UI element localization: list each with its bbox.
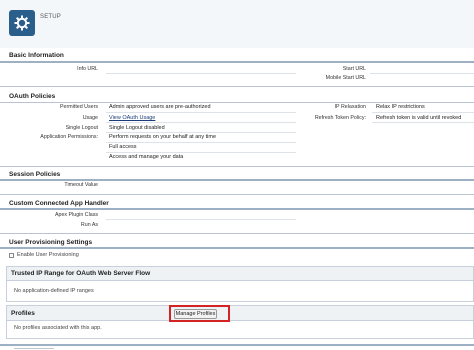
session-title: Session Policies xyxy=(9,171,61,178)
app-permissions-label: Application Permissions: xyxy=(40,134,98,140)
provisioning-top-divider xyxy=(0,233,474,234)
handler-title-divider xyxy=(0,208,474,210)
refresh-policy-value: Refresh token is valid until revoked xyxy=(376,115,462,121)
permission-item: Access and manage your data xyxy=(109,154,184,160)
profiles-title: Profiles xyxy=(11,310,35,317)
session-title-divider xyxy=(0,179,474,181)
apex-plugin-label: Apex Plugin Class xyxy=(55,212,98,218)
oauth-top-divider xyxy=(0,86,474,87)
timeout-label: Timeout Value xyxy=(64,182,98,188)
session-top-divider xyxy=(0,166,474,167)
highlight-box xyxy=(169,305,230,322)
basic-info-title: Basic Information xyxy=(9,52,64,59)
row-divider xyxy=(106,132,296,133)
row-divider xyxy=(106,112,296,113)
row-divider xyxy=(106,152,296,153)
profiles-empty-text: No profiles associated with this app. xyxy=(14,325,102,331)
setup-gear-icon xyxy=(9,10,35,36)
row-divider xyxy=(106,219,296,220)
permitted-users-value: Admin approved users are pre-authorized xyxy=(109,104,211,110)
ip-relaxation-value: Relax IP restrictions xyxy=(376,104,425,110)
refresh-policy-label: Refresh Token Policy: xyxy=(314,115,366,121)
partial-section-title xyxy=(14,348,54,349)
page-title: SETUP xyxy=(40,14,62,20)
row-divider xyxy=(106,73,296,74)
row-divider xyxy=(370,73,474,74)
run-as-label: Run As xyxy=(80,222,98,228)
enable-provisioning-label: Enable User Provisioning xyxy=(17,252,79,258)
enable-provisioning-checkbox[interactable] xyxy=(9,253,14,258)
row-divider xyxy=(372,122,474,123)
row-divider xyxy=(372,112,474,113)
basic-info-divider xyxy=(0,61,474,63)
single-logout-label: Single Logout xyxy=(65,125,98,131)
single-logout-value: Single Logout disabled xyxy=(109,125,165,131)
permitted-users-label: Permitted Users xyxy=(60,104,98,110)
profiles-header xyxy=(7,306,473,321)
provisioning-title-divider xyxy=(0,247,474,249)
start-url-label: Start URL xyxy=(342,66,366,72)
provisioning-title: User Provisioning Settings xyxy=(9,239,93,246)
oauth-title-divider xyxy=(0,102,474,103)
handler-top-divider xyxy=(0,194,474,195)
usage-label: Usage xyxy=(82,115,98,121)
setup-header: SETUP xyxy=(0,0,474,48)
trusted-ip-title: Trusted IP Range for OAuth Web Server Fl… xyxy=(11,270,151,277)
custom-handler-title: Custom Connected App Handler xyxy=(9,200,109,207)
mobile-start-url-label: Mobile Start URL xyxy=(325,75,366,81)
permission-item: Perform requests on your behalf at any t… xyxy=(109,134,216,140)
profiles-panel xyxy=(6,305,474,339)
view-oauth-usage-link[interactable]: View OAuth Usage xyxy=(109,115,155,121)
bottom-divider xyxy=(0,344,474,346)
ip-relaxation-label: IP Relaxation xyxy=(334,104,366,110)
info-url-label: Info URL xyxy=(77,66,98,72)
permission-item: Full access xyxy=(109,144,137,150)
row-divider xyxy=(106,142,296,143)
trusted-ip-empty-text: No application-defined IP ranges xyxy=(14,288,94,294)
row-divider xyxy=(106,122,296,123)
oauth-title: OAuth Policies xyxy=(9,93,56,100)
